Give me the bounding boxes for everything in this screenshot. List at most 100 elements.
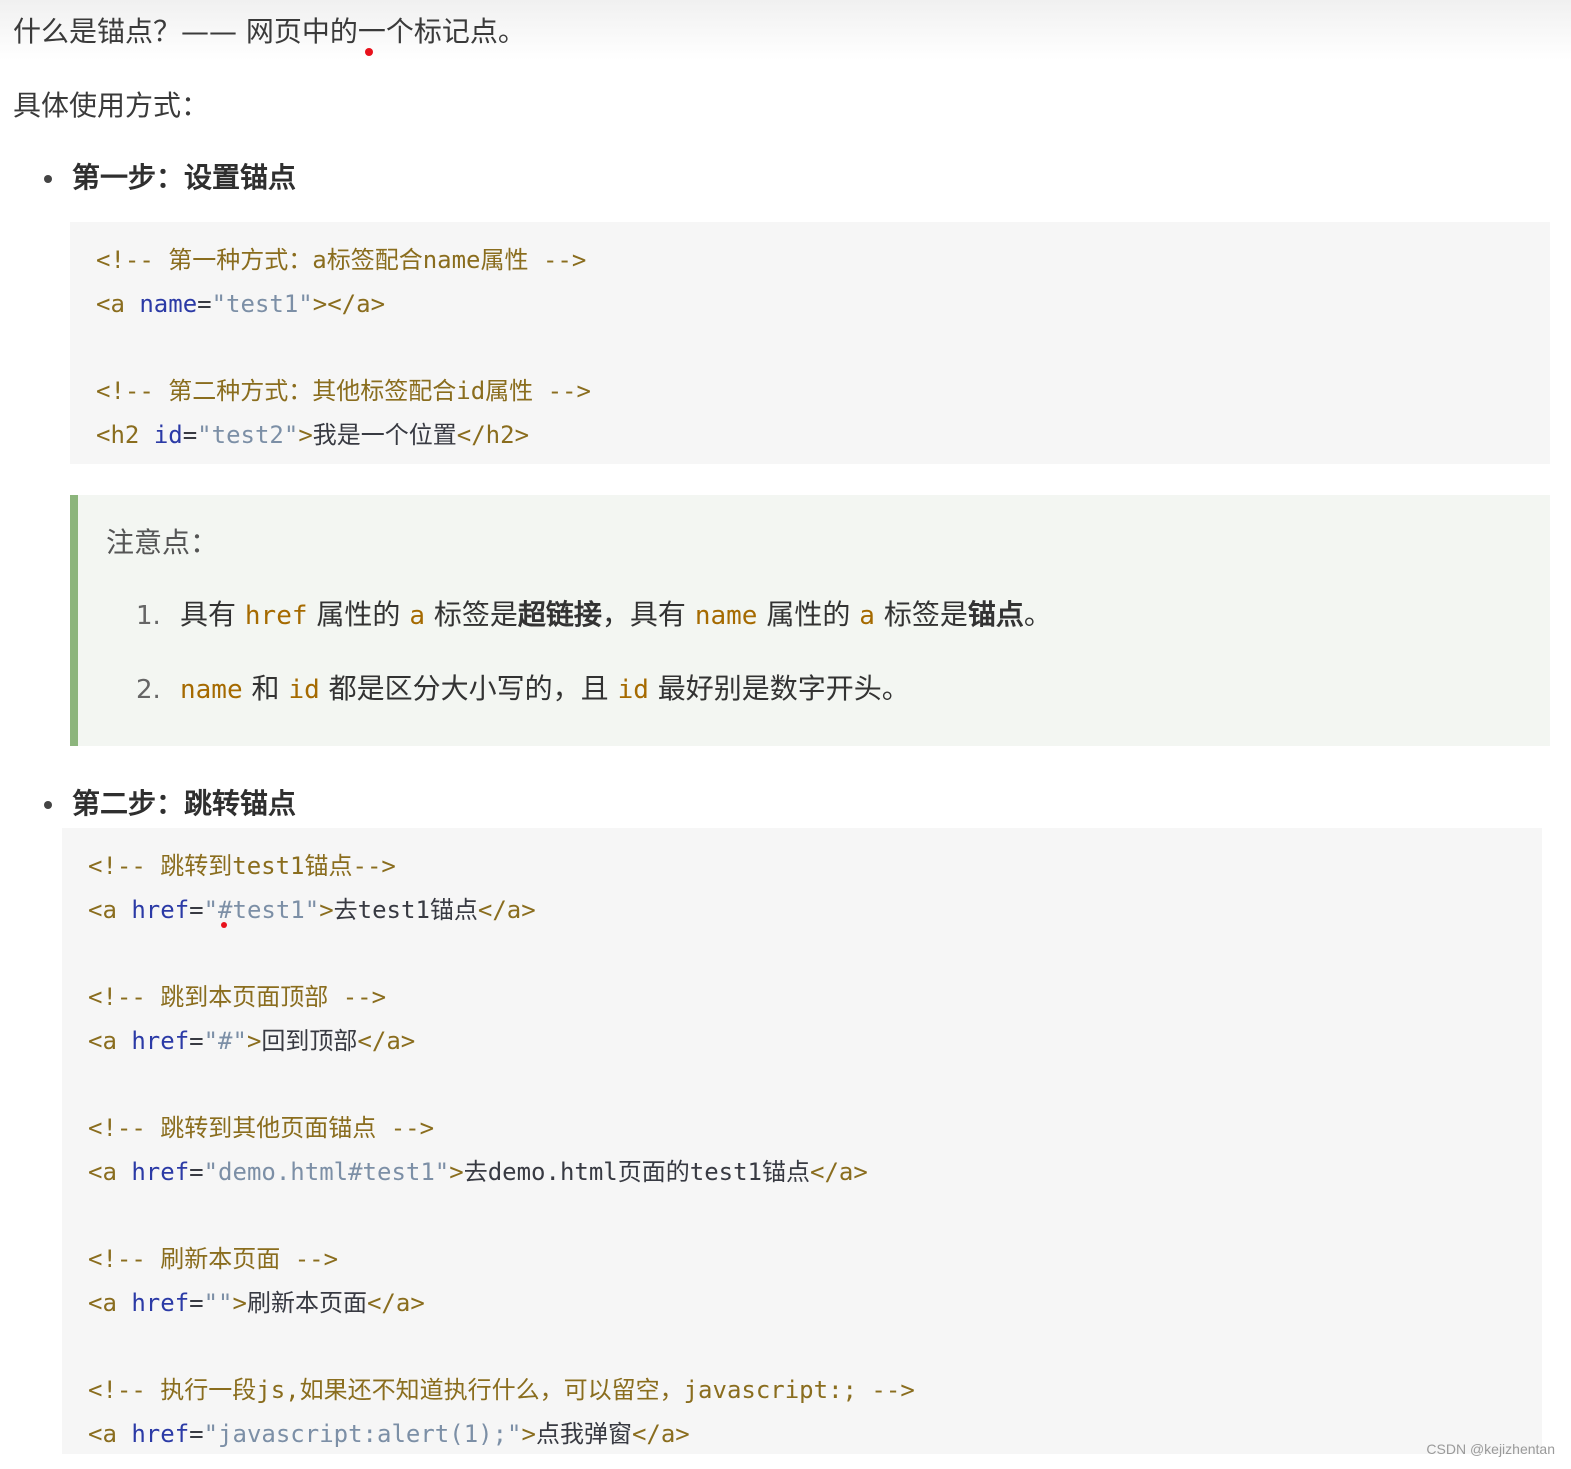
code-string: "demo.html#test1" <box>203 1158 450 1186</box>
step2-heading: 第二步：跳转锚点 <box>40 782 296 822</box>
code-comment: <!-- 跳转到其他页面锚点 --> <box>88 1114 435 1142</box>
code-text: 去demo.html页面的test1锚点 <box>463 1158 810 1186</box>
note-text: ，具有 <box>601 598 695 631</box>
code-tag: > <box>449 1158 464 1186</box>
code-eq: = <box>182 421 198 449</box>
code-line: <!-- 跳到本页面顶部 --> <box>88 975 1516 1019</box>
code-attr: href <box>131 1289 190 1317</box>
code-tag: > <box>319 896 334 924</box>
code-tag: > <box>246 1027 262 1055</box>
code-tag: <a <box>88 896 117 924</box>
code-tag: <h2 <box>96 421 140 449</box>
step1-heading: 第一步：设置锚点 <box>40 156 296 196</box>
code-tag: <a <box>96 290 125 318</box>
code-tag: </a> <box>810 1158 868 1186</box>
inline-code: id <box>617 675 649 705</box>
note-text: 和 <box>242 672 289 705</box>
code-line: <!-- 执行一段js,如果还不知道执行什么，可以留空，javascript:;… <box>88 1368 1516 1412</box>
intro-text: 什么是锚点？—— 网页中的一个标记点。 <box>13 15 526 48</box>
note-text: 标签是 <box>425 598 518 631</box>
code-eq: = <box>189 1027 204 1055</box>
usage-heading: 具体使用方式： <box>13 89 210 122</box>
code-string: "" <box>203 1289 233 1317</box>
code-block-set-anchor: <!-- 第一种方式：a标签配合name属性 --> <a name="test… <box>70 222 1550 464</box>
bullet-icon <box>44 175 52 183</box>
code-comment: <!-- 跳转到test1锚点--> <box>88 852 396 880</box>
code-line: <a href="javascript:alert(1);">点我弹窗</a> <box>88 1412 1516 1456</box>
cursor-dot <box>365 48 373 56</box>
code-comment: <!-- 第一种方式：a标签配合name属性 --> <box>96 246 587 274</box>
code-eq: = <box>189 1158 204 1186</box>
note-item-1: 1. 具有 href 属性的 a 标签是超链接，具有 name 属性的 a 标签是… <box>136 593 1052 633</box>
note-item-2: 2. name 和 id 都是区分大小写的，且 id 最好别是数字开头。 <box>136 667 910 707</box>
code-tag: ></a> <box>312 290 386 318</box>
note-bold: 超链接 <box>517 598 602 631</box>
code-text: 我是一个位置 <box>312 421 457 449</box>
code-comment: <!-- 第二种方式：其他标签配合id属性 --> <box>96 377 591 405</box>
inline-code: a <box>409 601 425 631</box>
code-tag: </h2> <box>456 421 530 449</box>
code-tag: <a <box>88 1420 117 1448</box>
code-string: "#test1" <box>203 896 320 924</box>
code-attr: href <box>131 1158 190 1186</box>
note-text: 最好别是数字开头。 <box>648 672 910 705</box>
code-comment: <!-- 执行一段js,如果还不知道执行什么，可以留空，javascript:;… <box>88 1376 915 1404</box>
code-line: <!-- 跳转到其他页面锚点 --> <box>88 1106 1516 1150</box>
code-tag: </a> <box>477 896 536 924</box>
code-text: 刷新本页面 <box>246 1289 367 1317</box>
code-string: "test1" <box>211 290 313 318</box>
note-text: 属性的 <box>757 598 860 631</box>
code-tag: </a> <box>357 1027 416 1055</box>
code-block-jump-anchor: <!-- 跳转到test1锚点--> <a href="#test1">去tes… <box>62 828 1542 1454</box>
note-text: 具有 <box>180 598 245 631</box>
code-attr: href <box>131 1420 190 1448</box>
code-comment: <!-- 刷新本页面 --> <box>88 1245 339 1273</box>
code-string: "javascript:alert(1);" <box>203 1420 522 1448</box>
list-number: 1. <box>136 601 161 631</box>
code-line: <a href="">刷新本页面</a> <box>88 1281 1516 1325</box>
step1-title: 第一步：设置锚点 <box>72 161 297 194</box>
code-eq: = <box>189 896 204 924</box>
note-bold: 锚点 <box>967 598 1024 631</box>
code-eq: = <box>189 1420 204 1448</box>
note-text: 。 <box>1023 598 1052 631</box>
code-eq: = <box>189 1289 204 1317</box>
code-tag: > <box>298 421 313 449</box>
code-line: <!-- 第二种方式：其他标签配合id属性 --> <box>96 369 1524 413</box>
code-line: <!-- 第一种方式：a标签配合name属性 --> <box>96 238 1524 282</box>
code-text: 回到顶部 <box>261 1027 358 1055</box>
code-attr: href <box>131 896 190 924</box>
code-text: 点我弹窗 <box>535 1420 632 1448</box>
code-line: <a href="demo.html#test1">去demo.html页面的t… <box>88 1150 1516 1194</box>
code-tag: <a <box>88 1289 117 1317</box>
code-text: 去test1锚点 <box>333 896 478 924</box>
code-line: <a href="#">回到顶部</a> <box>88 1019 1516 1063</box>
code-line: <a href="#test1">去test1锚点</a> <box>88 888 1516 932</box>
inline-code: a <box>859 601 875 631</box>
note-text: 标签是 <box>874 598 968 631</box>
code-tag: > <box>521 1420 536 1448</box>
inline-code: href <box>244 601 308 631</box>
code-tag: </a> <box>631 1420 690 1448</box>
code-line: <a name="test1"></a> <box>96 282 1524 326</box>
list-number: 2. <box>136 675 161 705</box>
step2-title: 第二步：跳转锚点 <box>72 787 297 820</box>
inline-code: name <box>180 675 243 705</box>
inline-code: id <box>288 675 320 705</box>
code-line: <!-- 跳转到test1锚点--> <box>88 844 1516 888</box>
code-tag: </a> <box>366 1289 425 1317</box>
code-attr: name <box>139 290 198 318</box>
code-attr: href <box>131 1027 190 1055</box>
code-tag: <a <box>88 1158 117 1186</box>
bullet-icon <box>44 801 52 809</box>
code-eq: = <box>197 290 212 318</box>
watermark: CSDN @kejizhentan <box>1426 1441 1555 1457</box>
code-line: <h2 id="test2">我是一个位置</h2> <box>96 413 1524 457</box>
code-string: "test2" <box>197 421 299 449</box>
code-tag: > <box>232 1289 247 1317</box>
